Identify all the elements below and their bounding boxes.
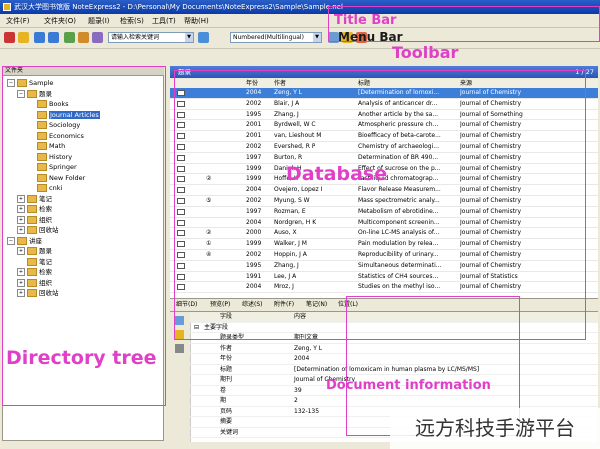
detail-field: 期 <box>220 397 227 404</box>
detail-field: 作者 <box>220 344 233 352</box>
toolbar-annotation: Toolbar <box>392 43 459 62</box>
new-library-icon[interactable] <box>4 32 15 43</box>
app-icon <box>3 3 11 11</box>
detail-field: 关键词 <box>220 428 239 436</box>
detail-value: 2 <box>294 397 298 404</box>
detail-field: 期刊 <box>220 376 233 383</box>
menu-file[interactable]: 文件(F) <box>6 16 30 26</box>
menu-search[interactable]: 检索(S) <box>120 16 144 26</box>
detail-field: 标题 <box>220 365 233 373</box>
database-annotation: Database <box>286 163 388 185</box>
chevron-down-icon[interactable]: ▼ <box>313 33 321 42</box>
open-folder-icon[interactable] <box>18 32 29 43</box>
document-information-annotation: Document information <box>326 378 491 393</box>
detail-value: 2004 <box>294 355 310 362</box>
menu-record[interactable]: 题录(I) <box>88 16 110 26</box>
detail-field: 卷 <box>220 386 227 394</box>
detail-value: 132-135 <box>294 407 320 415</box>
detail-value: 39 <box>294 386 302 394</box>
import-icon[interactable] <box>78 32 89 43</box>
detail-field: 年份 <box>220 355 233 362</box>
search-input-text: 请输入检索关键词 <box>111 34 160 41</box>
menu-folder[interactable]: 文件夹(O) <box>44 16 76 26</box>
search-go-icon[interactable] <box>198 32 209 43</box>
menu-help[interactable]: 帮助(H) <box>184 16 209 26</box>
add-record-icon[interactable] <box>64 32 75 43</box>
forward-icon[interactable] <box>48 32 59 43</box>
style-select-text: Numbered(Multilingual) <box>233 34 304 41</box>
back-icon[interactable] <box>34 32 45 43</box>
export-icon[interactable] <box>92 32 103 43</box>
chevron-down-icon[interactable]: ▼ <box>185 33 193 42</box>
title-menu-annotation-box <box>328 6 600 42</box>
directory-tree-annotation: Directory tree <box>6 347 157 369</box>
window-title: 武汉大学图书馆版 NoteExpress2 - D:\Personal\My D… <box>14 3 343 11</box>
watermark-text: 远方科技手游平台 <box>390 408 600 449</box>
style-select[interactable]: Numbered(Multilingual) ▼ <box>230 32 322 43</box>
detail-field: 摘要 <box>220 418 233 425</box>
copy-icon[interactable] <box>175 344 184 353</box>
menu-tools[interactable]: 工具(T) <box>152 16 176 26</box>
search-input[interactable]: 请输入检索关键词 ▼ <box>108 32 194 43</box>
detail-value: Zeng, Y L <box>294 344 323 352</box>
detail-field: 页码 <box>220 407 233 415</box>
